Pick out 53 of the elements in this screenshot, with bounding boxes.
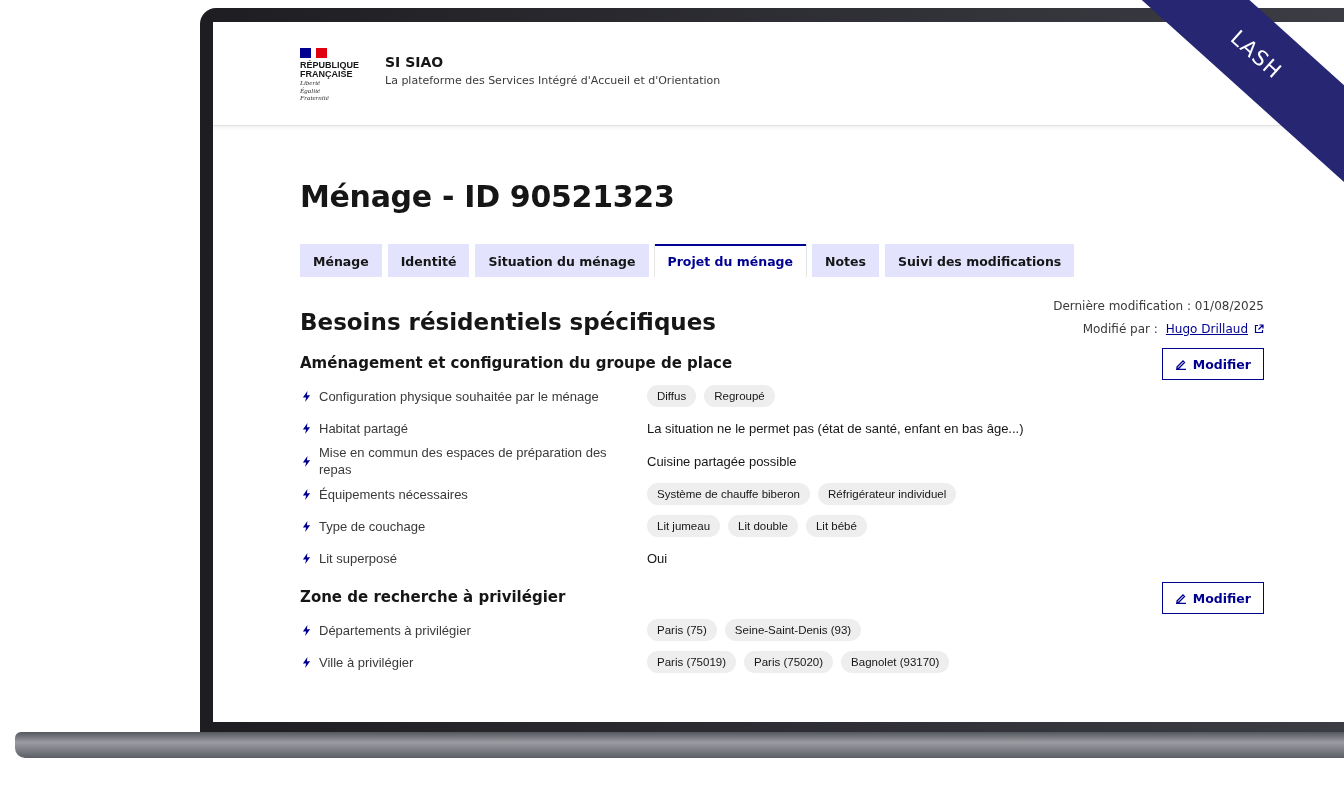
tag: Paris (75019) bbox=[647, 651, 737, 673]
field-value: Oui bbox=[647, 550, 669, 566]
field-label: Départements à privilégier bbox=[319, 621, 472, 639]
modify-button[interactable]: Modifier bbox=[1161, 348, 1264, 380]
app-subtitle: La plateforme des Services Intégré d'Accueil et d'Orientation bbox=[385, 74, 721, 87]
field-value: Cuisine partagée possible bbox=[647, 453, 798, 469]
lightning-icon bbox=[302, 390, 311, 402]
lightning-icon bbox=[302, 552, 311, 564]
modify-button[interactable]: Modifier bbox=[1161, 582, 1264, 614]
lightning-icon bbox=[302, 624, 311, 636]
tag: Système de chauffe biberon bbox=[647, 483, 810, 505]
author-link[interactable]: Hugo Drillaud bbox=[1165, 322, 1264, 336]
field-label: Habitat partagé bbox=[319, 419, 409, 437]
tag: Seine-Saint-Denis (93) bbox=[724, 619, 862, 641]
lightning-icon bbox=[302, 488, 311, 500]
tag: Paris (75) bbox=[647, 619, 717, 641]
lightning-icon bbox=[302, 520, 311, 532]
lightning-icon bbox=[302, 656, 311, 668]
pencil-icon bbox=[1174, 358, 1187, 370]
lightning-icon bbox=[302, 455, 311, 467]
tag: Lit double bbox=[728, 515, 798, 537]
modified-by-label: Modifié par : bbox=[1082, 322, 1158, 336]
tag: Réfrigérateur individuel bbox=[818, 483, 957, 505]
page-title: Ménage - ID 90521323 bbox=[300, 179, 676, 214]
external-link-icon bbox=[1254, 324, 1264, 334]
tag: Bagnolet (93170) bbox=[841, 651, 950, 673]
tab[interactable]: Notes bbox=[812, 244, 879, 277]
flag-icon bbox=[300, 48, 327, 58]
field-label: Configuration physique souhaitée par le ménage bbox=[319, 387, 600, 405]
tab[interactable]: Ménage bbox=[300, 244, 382, 277]
tag: Regroupé bbox=[704, 385, 775, 407]
tab[interactable]: Projet du ménage bbox=[654, 244, 806, 277]
field-label: Lit superposé bbox=[319, 549, 399, 567]
tab[interactable]: Identité bbox=[387, 244, 470, 277]
tag: Paris (75020) bbox=[744, 651, 834, 673]
tab[interactable]: Situation du ménage bbox=[475, 244, 649, 277]
tag: Lit bébé bbox=[805, 515, 867, 537]
last-modified-text: Dernière modification : 01/08/2025 bbox=[1053, 299, 1264, 313]
pencil-icon bbox=[1174, 592, 1187, 604]
tag: Diffus bbox=[647, 385, 697, 407]
tab[interactable]: Suivi des modifications bbox=[884, 244, 1075, 277]
field-label: Type de couchage bbox=[319, 517, 427, 535]
group-heading: Aménagement et configuration du groupe de place bbox=[300, 354, 733, 372]
field-label: Ville à privilégier bbox=[319, 653, 415, 671]
field-label: Mise en commun des espaces de préparation des repas bbox=[319, 444, 608, 478]
field-label: Équipements nécessaires bbox=[319, 485, 469, 503]
tag: Lit jumeau bbox=[647, 515, 721, 537]
app-title: SI SIAO bbox=[385, 54, 445, 70]
republic-logo-text: RÉPUBLIQUE FRANÇAISE bbox=[300, 61, 359, 79]
group-heading: Zone de recherche à privilégier bbox=[300, 588, 566, 606]
section-heading: Besoins résidentiels spécifiques bbox=[300, 309, 717, 335]
field-value: La situation ne le permet pas (état de santé, enfant en bas âge...) bbox=[647, 420, 1025, 436]
lightning-icon bbox=[302, 422, 311, 434]
